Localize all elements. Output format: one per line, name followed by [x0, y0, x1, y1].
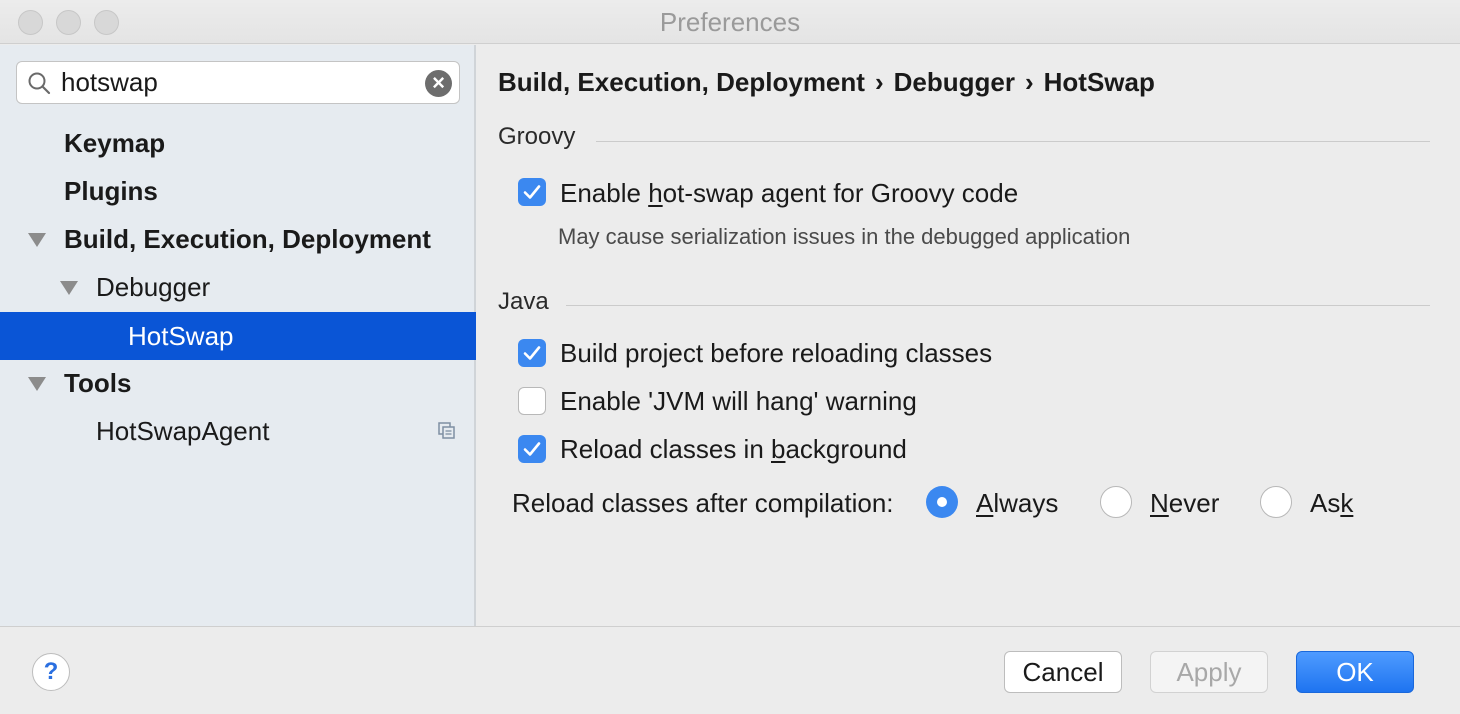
sidebar-item-hotswapagent[interactable]: HotSwapAgent: [0, 407, 476, 455]
expand-arrow-icon[interactable]: [28, 377, 46, 391]
preferences-window: Preferences × Keymap Plugins Build, Exec…: [0, 0, 1460, 714]
label-text: ackground: [785, 434, 907, 464]
reload-background-checkbox[interactable]: [518, 435, 546, 463]
section-divider: [566, 305, 1430, 306]
label-text: Enable: [560, 178, 649, 208]
dialog-footer: ? Cancel Apply OK: [0, 626, 1460, 714]
breadcrumb-item: HotSwap: [1043, 67, 1155, 97]
checkmark-icon: [523, 346, 541, 360]
build-project-label[interactable]: Build project before reloading classes: [560, 338, 992, 369]
sidebar-item-label: HotSwap: [128, 321, 234, 351]
reload-background-label[interactable]: Reload classes in background: [560, 434, 907, 465]
enable-groovy-agent-checkbox[interactable]: [518, 178, 546, 206]
build-project-checkbox[interactable]: [518, 339, 546, 367]
mnemonic-letter: h: [648, 178, 663, 208]
sidebar-item-label: Debugger: [96, 272, 211, 302]
search-icon: [28, 72, 51, 95]
search-input[interactable]: [61, 66, 421, 99]
section-title-java: Java: [498, 288, 549, 315]
window-title: Preferences: [659, 7, 801, 37]
sidebar: × Keymap Plugins Build, Execution, Deplo…: [0, 45, 476, 626]
project-settings-icon: [438, 422, 455, 439]
expand-arrow-icon[interactable]: [28, 233, 46, 247]
sidebar-item-debugger[interactable]: Debugger: [0, 263, 476, 311]
breadcrumb-item: Build, Execution, Deployment: [498, 67, 865, 97]
sidebar-item-label: HotSwapAgent: [96, 416, 270, 446]
mnemonic-letter: b: [771, 434, 786, 464]
breadcrumb: Build, Execution, Deployment › Debugger › Ho…: [498, 67, 1155, 98]
sidebar-item-plugins[interactable]: Plugins: [0, 167, 476, 215]
clear-search-icon[interactable]: ×: [425, 70, 452, 97]
checkmark-icon: [523, 442, 541, 456]
help-button[interactable]: ?: [32, 653, 70, 691]
sidebar-item-label: Build, Execution, Deployment: [64, 224, 431, 254]
sidebar-item-label: Keymap: [64, 128, 166, 158]
cancel-button[interactable]: Cancel: [1004, 651, 1122, 693]
reload-always-label[interactable]: Always: [976, 488, 1058, 519]
breadcrumb-separator: ›: [874, 67, 884, 97]
section-title-groovy: Groovy: [498, 123, 576, 150]
section-divider: [596, 141, 1430, 142]
settings-panel: Build, Execution, Deployment › Debugger › Ho…: [478, 45, 1460, 626]
mnemonic-letter: A: [976, 488, 994, 518]
reload-never-radio[interactable]: [1100, 486, 1132, 518]
sidebar-item-hotswap[interactable]: HotSwap: [0, 312, 476, 360]
apply-button[interactable]: Apply: [1150, 651, 1268, 693]
label-text: Reload classes in: [560, 434, 771, 464]
reload-ask-label[interactable]: Ask: [1310, 488, 1353, 519]
checkmark-icon: [523, 185, 541, 199]
label-text: lways: [993, 488, 1059, 518]
expand-arrow-icon[interactable]: [60, 281, 78, 295]
search-box: ×: [16, 61, 460, 104]
title-bar: Preferences: [0, 0, 1460, 44]
sidebar-item-label: Tools: [64, 368, 132, 398]
label-text: ot-swap agent for Groovy code: [662, 178, 1019, 208]
mnemonic-letter: k: [1340, 488, 1354, 518]
jvm-hang-warning-checkbox[interactable]: [518, 387, 546, 415]
sidebar-item-build-execution-deployment[interactable]: Build, Execution, Deployment: [0, 215, 476, 263]
breadcrumb-item: Debugger: [893, 67, 1015, 97]
enable-groovy-agent-label[interactable]: Enable hot-swap agent for Groovy code: [560, 178, 1018, 209]
reload-after-compilation-label: Reload classes after compilation:: [512, 488, 894, 518]
label-text: ever: [1168, 488, 1220, 518]
sidebar-item-keymap[interactable]: Keymap: [0, 119, 476, 167]
breadcrumb-separator: ›: [1024, 67, 1034, 97]
reload-never-label[interactable]: Never: [1150, 488, 1219, 519]
mnemonic-letter: N: [1150, 488, 1169, 518]
label-text: As: [1310, 488, 1341, 518]
reload-ask-radio[interactable]: [1260, 486, 1292, 518]
reload-always-radio[interactable]: [926, 486, 958, 518]
groovy-agent-hint: May cause serialization issues in the de…: [558, 224, 1131, 249]
jvm-hang-warning-label[interactable]: Enable 'JVM will hang' warning: [560, 386, 917, 417]
sidebar-item-tools[interactable]: Tools: [0, 359, 476, 407]
sidebar-item-label: Plugins: [64, 176, 158, 206]
ok-button[interactable]: OK: [1296, 651, 1414, 693]
